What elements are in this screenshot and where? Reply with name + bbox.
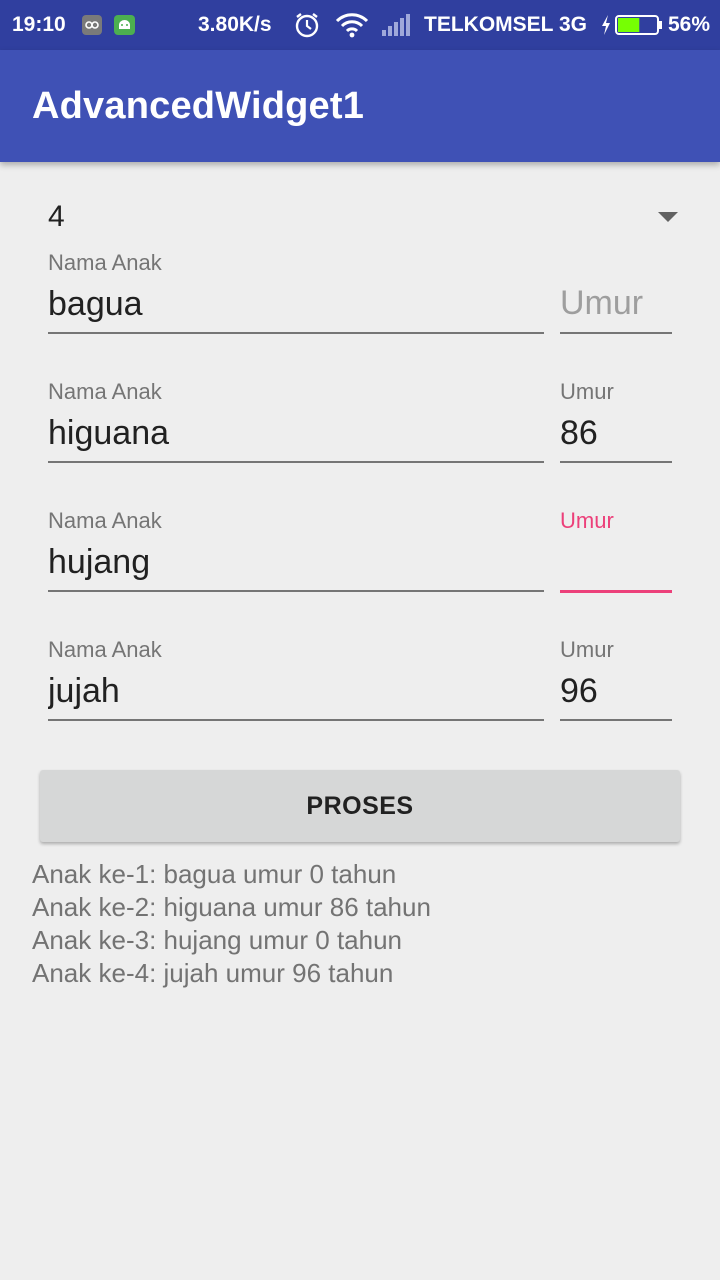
age-underline <box>560 332 672 334</box>
carrier-name: TELKOMSEL 3G <box>424 13 587 36</box>
android-notification-icon <box>113 0 136 50</box>
app-bar: AdvancedWidget1 <box>0 50 720 162</box>
name-field-1: Nama Anak <box>48 250 544 346</box>
wifi-icon <box>335 0 369 50</box>
age-input-4[interactable] <box>560 669 672 713</box>
signal-icon <box>381 0 411 50</box>
app-title: AdvancedWidget1 <box>32 84 365 127</box>
name-field-4: Nama Anak <box>48 637 544 733</box>
result-line: Anak ke-3: hujang umur 0 tahun <box>32 925 403 955</box>
age-field-3-focused: Umur <box>560 508 672 606</box>
status-time: 19:10 <box>12 13 66 36</box>
age-input-3[interactable] <box>560 540 672 584</box>
name-field-2: Nama Anak <box>48 379 544 475</box>
name-input-1[interactable] <box>48 282 544 326</box>
name-label: Nama Anak <box>48 637 162 662</box>
age-label: Umur <box>560 508 614 533</box>
charging-bolt-icon <box>600 0 612 50</box>
battery-percent: 56% <box>668 13 711 36</box>
name-underline <box>48 332 544 334</box>
name-underline <box>48 719 544 721</box>
name-input-4[interactable] <box>48 669 544 713</box>
result-line: Anak ke-1: bagua umur 0 tahun <box>32 859 397 889</box>
age-underline <box>560 461 672 463</box>
network-speed: 3.80K/s <box>198 13 272 36</box>
battery-icon <box>615 0 663 50</box>
age-field-1: Umur <box>560 250 672 346</box>
spinner-selected-value: 4 <box>48 200 65 233</box>
age-label: Umur <box>560 637 614 662</box>
status-bar: 19:10 3.80K/s TELKOMSEL 3G 56% <box>0 0 720 50</box>
name-label: Nama Anak <box>48 379 162 404</box>
result-line: Anak ke-2: higuana umur 86 tahun <box>32 892 431 922</box>
name-label: Nama Anak <box>48 508 162 533</box>
proses-button[interactable]: PROSES <box>40 770 680 842</box>
name-label: Nama Anak <box>48 250 162 275</box>
result-text: Anak ke-1: bagua umur 0 tahun Anak ke-2:… <box>32 858 692 990</box>
name-input-3[interactable] <box>48 540 544 584</box>
name-underline <box>48 461 544 463</box>
name-input-2[interactable] <box>48 411 544 455</box>
age-input-2[interactable] <box>560 411 672 455</box>
age-field-4: Umur <box>560 637 672 733</box>
age-field-2: Umur <box>560 379 672 475</box>
app-notification-icon <box>81 0 103 50</box>
name-underline <box>48 590 544 592</box>
age-label: Umur <box>560 379 614 404</box>
name-field-3: Nama Anak <box>48 508 544 604</box>
alarm-icon <box>293 0 321 50</box>
age-underline-focused <box>560 590 672 593</box>
age-underline <box>560 719 672 721</box>
result-line: Anak ke-4: jujah umur 96 tahun <box>32 958 394 988</box>
count-spinner[interactable]: 4 <box>40 196 684 244</box>
dropdown-arrow-icon <box>658 212 678 222</box>
age-input-1[interactable] <box>560 282 672 326</box>
